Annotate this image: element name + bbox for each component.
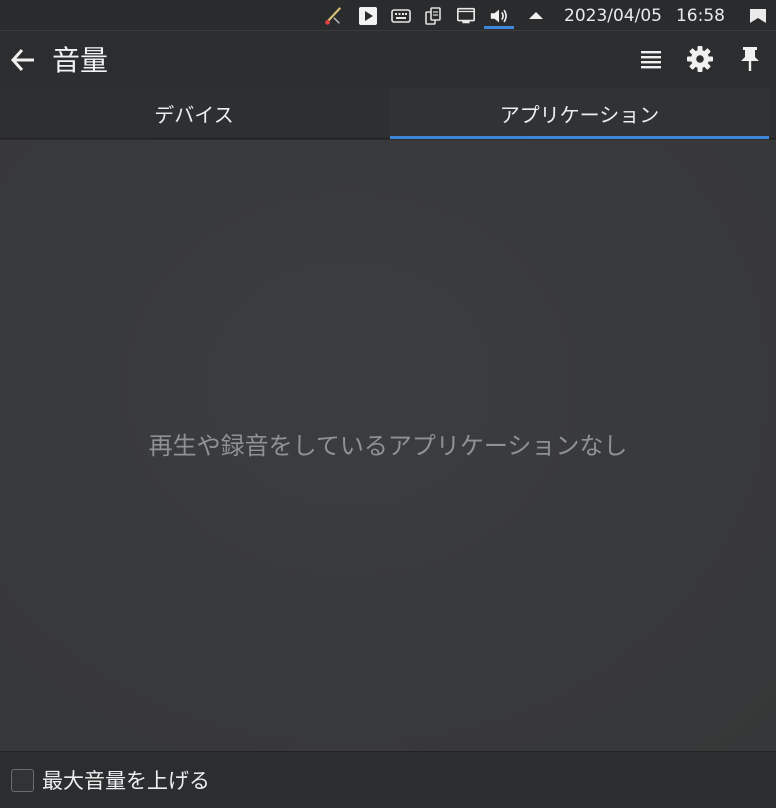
raise-max-volume-checkbox[interactable] [11, 769, 34, 792]
settings-button[interactable] [683, 42, 717, 76]
expand-up-icon[interactable] [526, 6, 546, 26]
pin-button[interactable] [733, 42, 767, 76]
raise-max-volume-label[interactable]: 最大音量を上げる [42, 766, 210, 796]
time-text: 16:58 [675, 6, 725, 26]
clipboard-icon[interactable] [423, 6, 443, 26]
footer-bar: 最大音量を上げる [0, 751, 776, 808]
back-button[interactable] [6, 43, 40, 77]
tab-devices-label: デバイス [154, 102, 234, 127]
hamburger-menu-icon [641, 51, 661, 69]
clock[interactable]: 2023/04/05 16:58 [564, 4, 725, 28]
tab-applications-label: アプリケーション [499, 102, 660, 127]
pin-icon [741, 47, 759, 71]
tab-devices[interactable]: デバイス [0, 88, 388, 138]
gear-icon [687, 46, 713, 72]
app-header: 音量 [0, 31, 776, 88]
volume-active-indicator [484, 26, 514, 29]
pen-tool-icon[interactable] [323, 6, 343, 26]
tab-applications[interactable]: アプリケーション [390, 88, 769, 139]
keyboard-icon[interactable] [391, 6, 411, 26]
system-tray: 2023/04/05 16:58 [0, 0, 776, 31]
date-text: 2023/04/05 [564, 6, 662, 26]
arrow-left-icon [10, 48, 34, 72]
tab-bar: デバイス アプリケーション [0, 88, 776, 139]
network-icon[interactable] [456, 6, 476, 26]
volume-icon[interactable] [489, 6, 509, 26]
show-desktop-icon[interactable] [748, 6, 768, 26]
page-title: 音量 [52, 44, 109, 77]
applications-panel: 再生や録音をしているアプリケーションなし [0, 140, 776, 751]
menu-button[interactable] [634, 43, 668, 77]
media-player-icon[interactable] [358, 6, 378, 26]
selected-tab-indicator [390, 136, 769, 139]
empty-state-message: 再生や録音をしているアプリケーションなし [148, 432, 628, 460]
